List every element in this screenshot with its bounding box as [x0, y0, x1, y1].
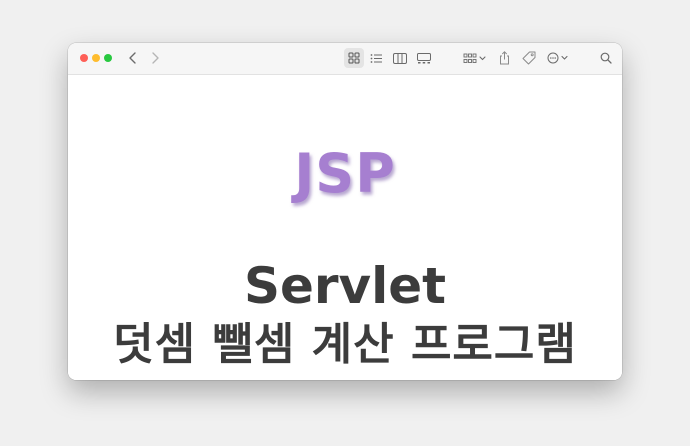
toolbar	[68, 43, 622, 75]
list-view-icon[interactable]	[367, 48, 385, 68]
finder-window: JSP Servlet 덧셈 뺄셈 계산 프로그램	[68, 43, 622, 380]
search-icon[interactable]	[598, 48, 614, 68]
minimize-button[interactable]	[92, 54, 100, 62]
group-icon[interactable]	[462, 48, 488, 68]
more-actions-icon[interactable]	[546, 48, 570, 68]
maximize-button[interactable]	[104, 54, 112, 62]
column-view-icon[interactable]	[391, 48, 409, 68]
tag-icon[interactable]	[520, 48, 538, 68]
title-line-1: Servlet	[243, 257, 447, 315]
title-line-2: 덧셈 뺄셈 계산 프로그램	[113, 319, 577, 370]
close-button[interactable]	[80, 54, 88, 62]
share-icon[interactable]	[496, 48, 512, 68]
back-icon[interactable]	[126, 48, 140, 68]
content-area: JSP Servlet 덧셈 뺄셈 계산 프로그램	[68, 75, 622, 380]
jsp-logo: JSP	[294, 142, 396, 205]
icon-view-icon[interactable]	[344, 48, 364, 68]
gallery-view-icon[interactable]	[415, 48, 433, 68]
forward-icon[interactable]	[148, 48, 162, 68]
